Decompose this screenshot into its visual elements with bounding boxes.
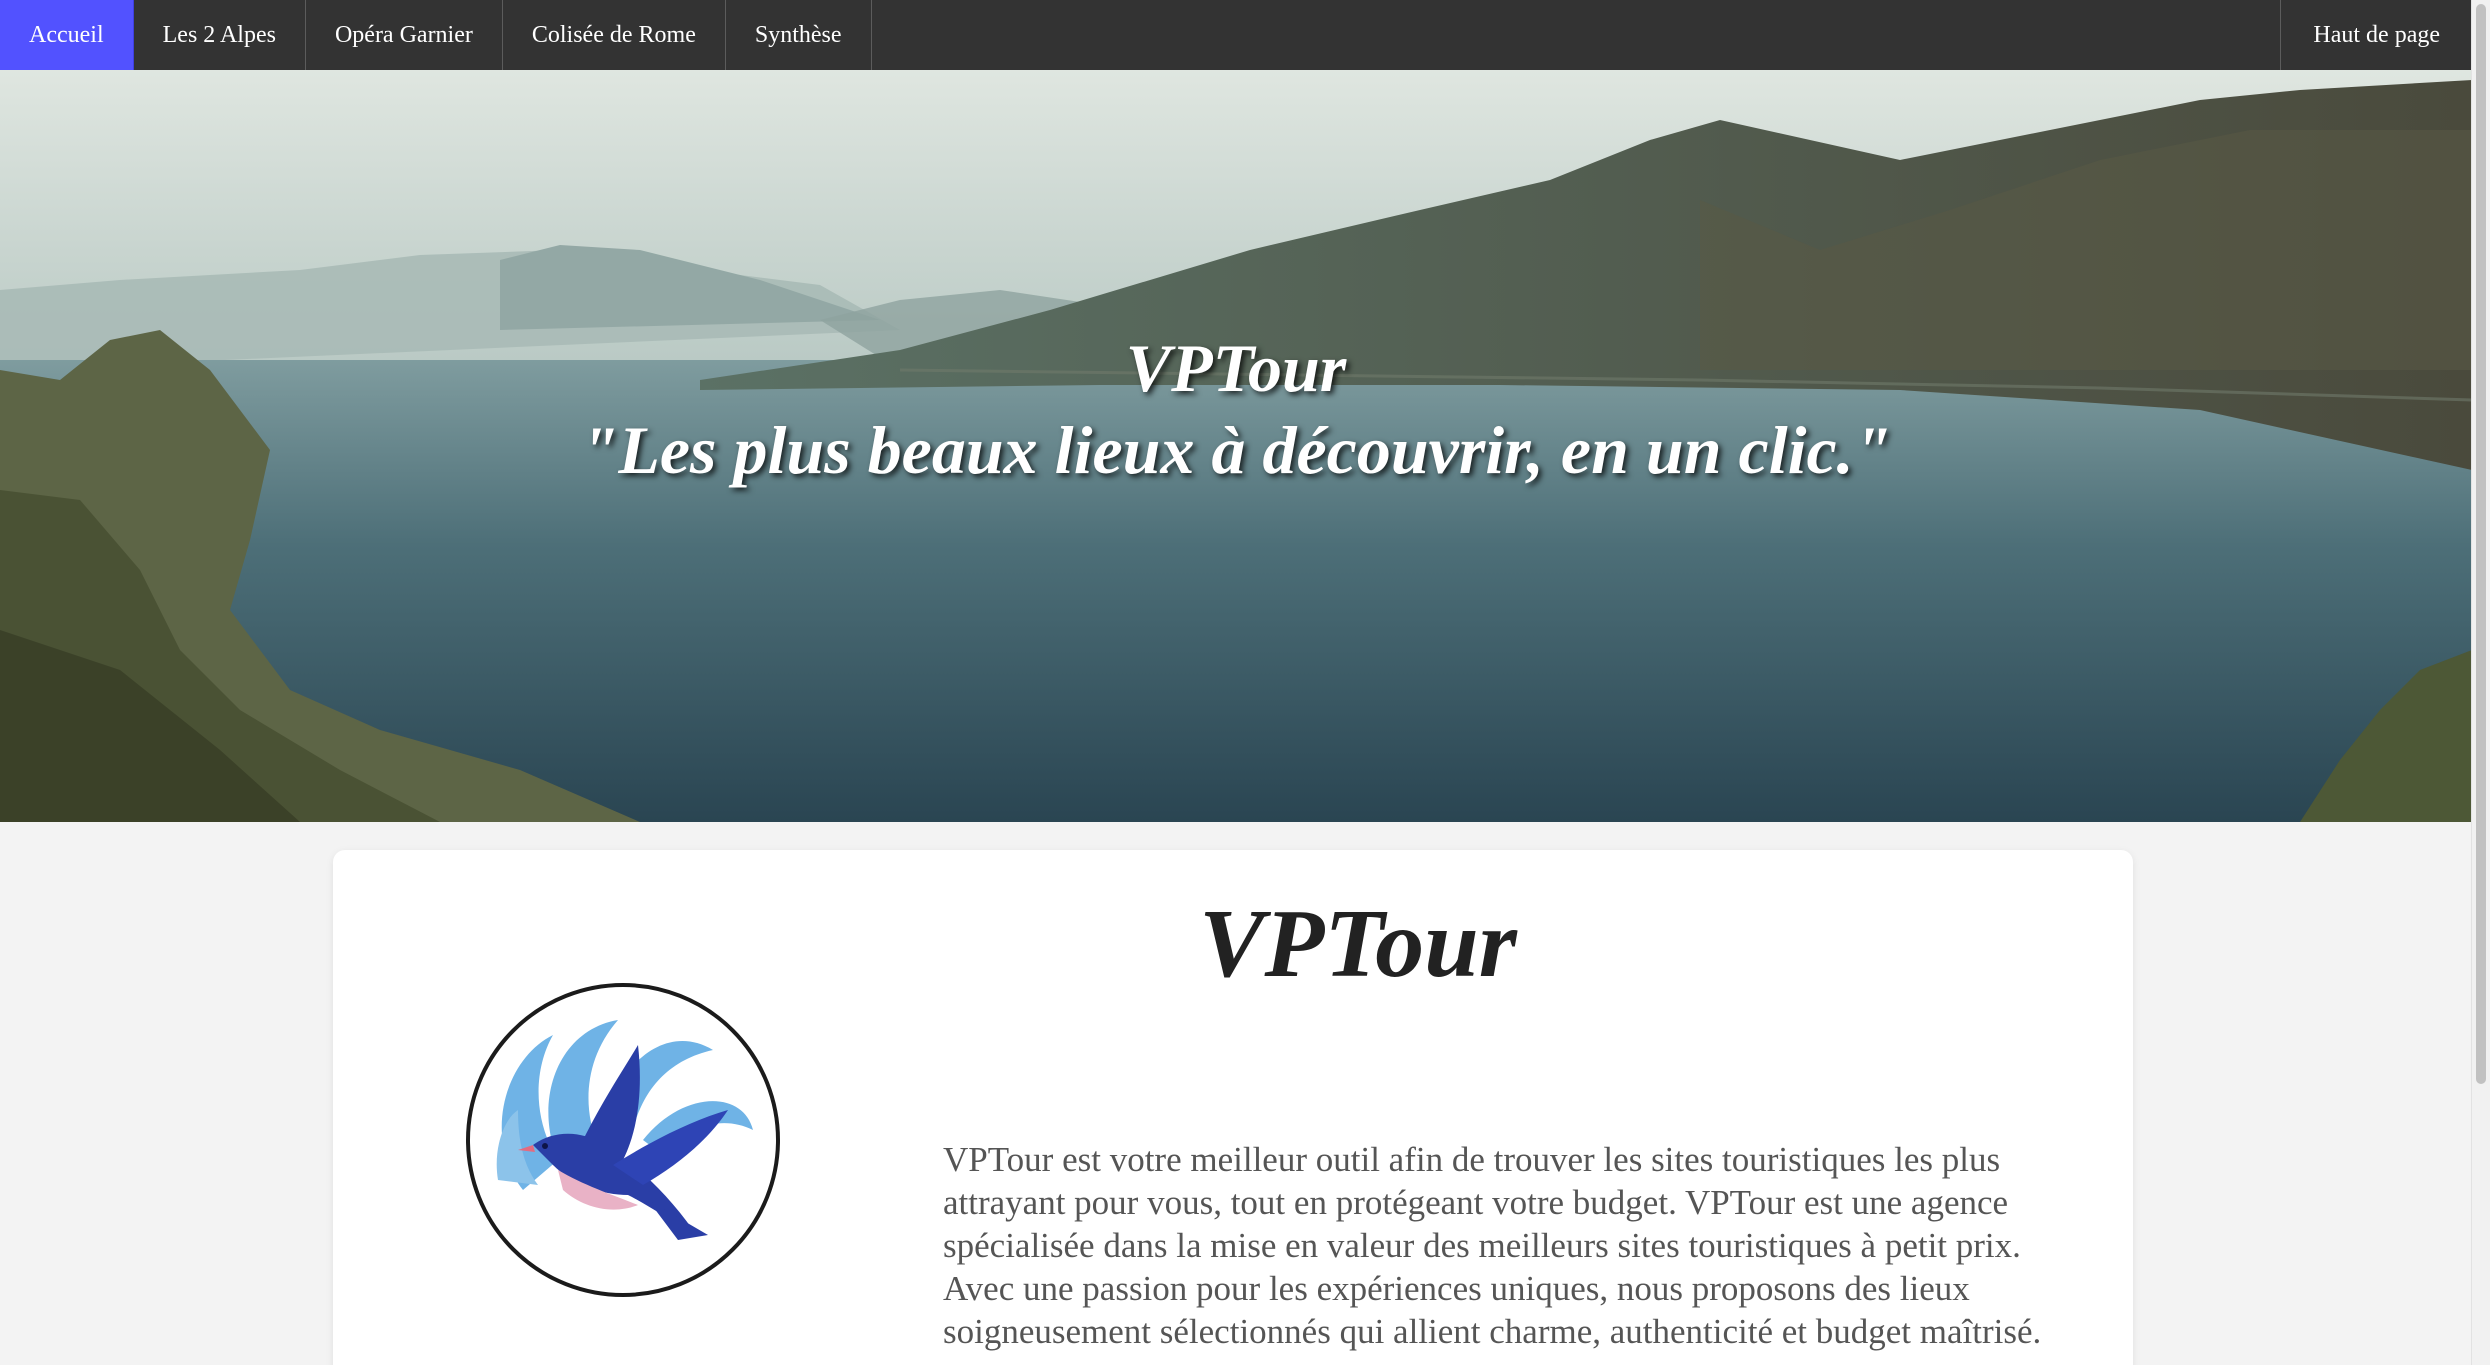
hero-banner: VPTour "Les plus beaux lieux à découvrir… bbox=[0, 70, 2472, 822]
hero-title: VPTour bbox=[1125, 330, 1347, 406]
intro-card: VPTour VPTour est votre meilleur outil a… bbox=[333, 850, 2133, 1365]
nav-item-les-2-alpes[interactable]: Les 2 Alpes bbox=[134, 0, 306, 70]
intro-paragraph: VPTour est votre meilleur outil afin de … bbox=[943, 1140, 2042, 1351]
nav-item-colisee-de-rome[interactable]: Colisée de Rome bbox=[503, 0, 726, 70]
page: Accueil Les 2 Alpes Opéra Garnier Colisé… bbox=[0, 0, 2490, 1365]
top-navbar: Accueil Les 2 Alpes Opéra Garnier Colisé… bbox=[0, 0, 2472, 70]
nav-item-opera-garnier[interactable]: Opéra Garnier bbox=[306, 0, 503, 70]
hero-heading: VPTour "Les plus beaux lieux à découvrir… bbox=[0, 328, 2472, 492]
nav-item-synthese[interactable]: Synthèse bbox=[726, 0, 872, 70]
scrollbar-thumb[interactable] bbox=[2476, 4, 2486, 1084]
page-scrollbar[interactable] bbox=[2471, 0, 2490, 1365]
nav-item-haut-de-page[interactable]: Haut de page bbox=[2280, 0, 2472, 70]
intro-title: VPTour bbox=[1199, 890, 1517, 998]
bird-logo-icon bbox=[466, 983, 780, 1297]
nav-item-accueil[interactable]: Accueil bbox=[0, 0, 134, 70]
hero-tagline: "Les plus beaux lieux à découvrir, en un… bbox=[580, 412, 1892, 488]
